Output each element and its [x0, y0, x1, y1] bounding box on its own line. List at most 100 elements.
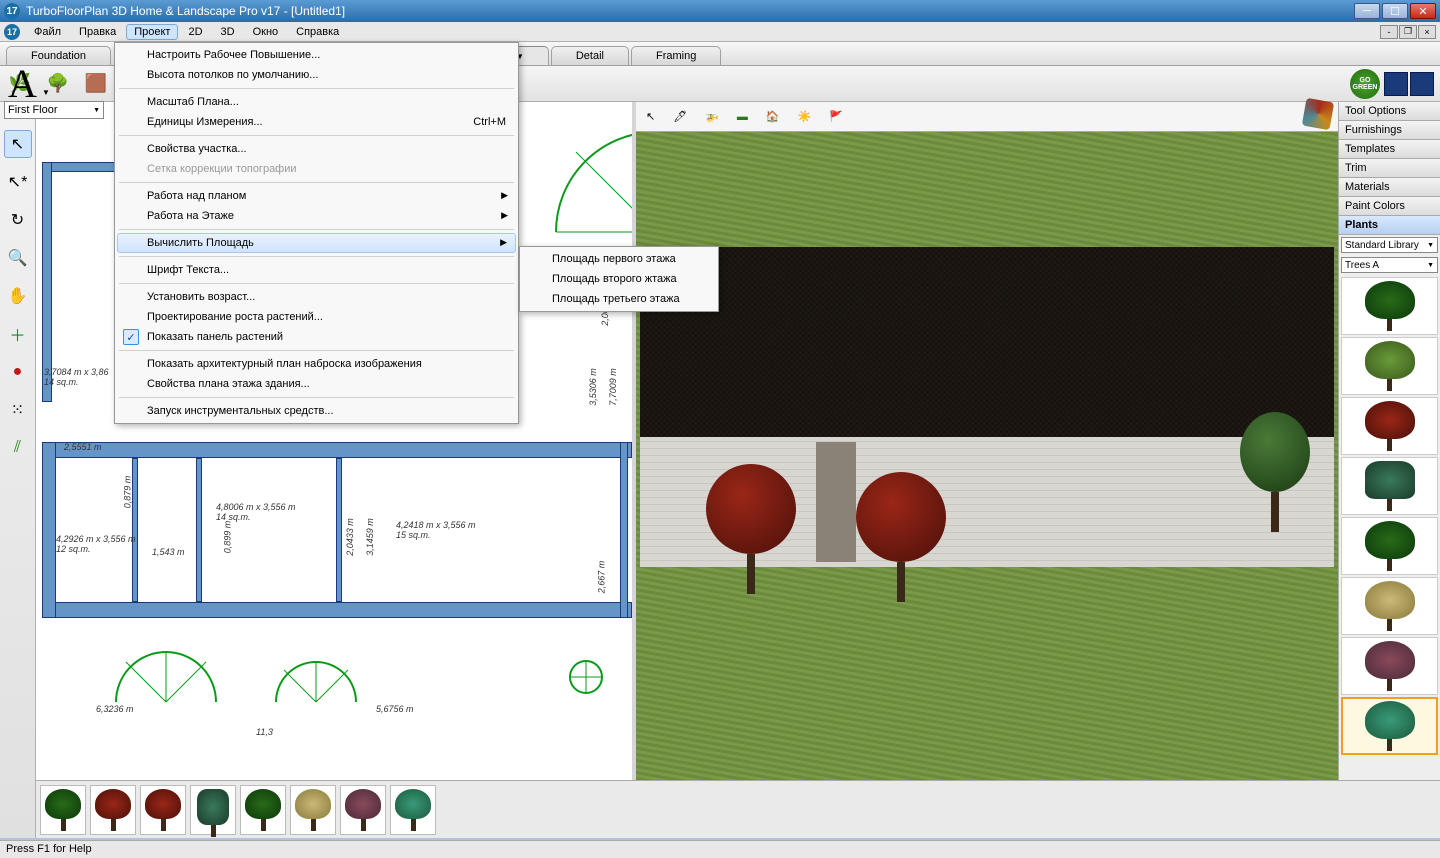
dim-b: 2,5551 m [64, 442, 102, 452]
flag-tool[interactable]: 🚩 [829, 110, 843, 123]
mdi-restore[interactable]: ❐ [1399, 25, 1417, 39]
mi-lot-props[interactable]: Свойства участка... [117, 139, 516, 159]
helicopter-tool[interactable]: 🚁 [705, 110, 719, 123]
blueprint-icon-2[interactable] [1410, 72, 1434, 96]
rp-tool-options[interactable]: Tool Options [1339, 102, 1440, 121]
menu-3d[interactable]: 3D [213, 24, 243, 40]
menu-project[interactable]: Проект [126, 24, 178, 40]
sun-tool[interactable]: ☀️ [798, 110, 812, 123]
menu-file[interactable]: Файл [26, 24, 69, 40]
menu-edit[interactable]: Правка [71, 24, 124, 40]
menu-2d[interactable]: 2D [180, 24, 210, 40]
terrain-tool[interactable]: ▬ [737, 111, 748, 123]
left-toolbar: ↖ ↖* ↻ 🔍 ✋ ＋ ● ⁙ ⫽ [0, 102, 36, 838]
bthumb-4[interactable] [190, 785, 236, 835]
rp-materials[interactable]: Materials [1339, 178, 1440, 197]
mi-work-on-floor[interactable]: Работа на Этаже▶ [117, 206, 516, 226]
dim-a2: 14 sq.m. [44, 377, 79, 387]
tab-detail[interactable]: Detail [551, 46, 629, 65]
mdi-minimize[interactable]: - [1380, 25, 1398, 39]
sm-floor2[interactable]: Площадь второго жтажа [522, 269, 716, 289]
3d-view[interactable]: ↖ 🖊 🚁 ▬ 🏠 ☀️ 🚩 [636, 102, 1338, 838]
dim-h: 0,879 m [122, 476, 132, 509]
mi-floorplan-props[interactable]: Свойства плана этажа здания... [117, 374, 516, 394]
orbit-tool[interactable]: ↻ [4, 206, 32, 234]
dim-c2: 14 sq.m. [216, 512, 251, 522]
thumb-2[interactable] [1341, 337, 1438, 395]
thumb-6[interactable] [1341, 577, 1438, 635]
bthumb-3[interactable] [140, 785, 186, 835]
mdi-buttons: - ❐ × [1380, 25, 1436, 39]
dim-m: 7,7009 m [608, 368, 618, 406]
select-tool[interactable]: ↖ [4, 130, 32, 158]
rp-paint-colors[interactable]: Paint Colors [1339, 197, 1440, 216]
mdi-close[interactable]: × [1418, 25, 1436, 39]
select-similar-tool[interactable]: ↖* [4, 168, 32, 196]
mi-units-shortcut: Ctrl+M [473, 116, 506, 128]
bthumb-6[interactable] [290, 785, 336, 835]
hedge-tool-icon[interactable]: 🟫 [82, 70, 110, 98]
mi-plant-growth[interactable]: Проектирование роста растений... [117, 307, 516, 327]
pan-tool[interactable]: ✋ [4, 282, 32, 310]
red-sphere-tool[interactable]: ● [4, 358, 32, 386]
mi-units[interactable]: Единицы Измерения... Ctrl+M [117, 112, 516, 132]
bthumb-1[interactable] [40, 785, 86, 835]
wand-tool[interactable]: 🖊 [673, 110, 687, 123]
cursor3d-tool[interactable]: ↖ [646, 110, 655, 123]
mi-ceiling-height[interactable]: Высота потолков по умолчанию... [117, 65, 516, 85]
maximize-button[interactable]: ☐ [1382, 3, 1408, 19]
bthumb-8[interactable] [390, 785, 436, 835]
rp-templates[interactable]: Templates [1339, 140, 1440, 159]
menu-help[interactable]: Справка [288, 24, 347, 40]
text-tool-dropdown-icon[interactable]: ▼ [42, 88, 50, 97]
rp-furnishings[interactable]: Furnishings [1339, 121, 1440, 140]
tree3d-3 [1240, 412, 1310, 542]
menu-window[interactable]: Окно [245, 24, 287, 40]
tab-framing[interactable]: Framing [631, 46, 721, 65]
plan-tree-1 [106, 642, 226, 712]
thumb-4[interactable] [1341, 457, 1438, 515]
window-title: TurboFloorPlan 3D Home & Landscape Pro v… [26, 4, 1354, 18]
bthumb-2[interactable] [90, 785, 136, 835]
multi-sphere-tool[interactable]: ⁙ [4, 396, 32, 424]
close-button[interactable]: ✕ [1410, 3, 1436, 19]
stick-tool[interactable]: ⫽ [4, 434, 32, 462]
sm-floor1[interactable]: Площадь первого этажа [522, 249, 716, 269]
sm-floor3[interactable]: Площадь третьего этажа [522, 289, 716, 309]
go-green-badge[interactable]: GO GREEN [1350, 69, 1380, 99]
mi-calc-area[interactable]: Вычислить Площадь▶ [117, 233, 516, 253]
blueprint-icon-1[interactable] [1384, 72, 1408, 96]
mi-set-age[interactable]: Установить возраст... [117, 287, 516, 307]
mi-launch-tools[interactable]: Запуск инструментальных средств... [117, 401, 516, 421]
arrow-right-icon: ▶ [501, 190, 508, 201]
thumb-7[interactable] [1341, 637, 1438, 695]
thumb-5[interactable] [1341, 517, 1438, 575]
bthumb-5[interactable] [240, 785, 286, 835]
mi-show-plant-panel[interactable]: ✓Показать панель растений [117, 327, 516, 347]
mi-elevation[interactable]: Настроить Рабочее Повышение... [117, 45, 516, 65]
shield-icon[interactable] [1302, 98, 1334, 130]
thumb-8[interactable] [1341, 697, 1438, 755]
mi-plan-scale[interactable]: Масштаб Плана... [117, 92, 516, 112]
calc-area-submenu: Площадь первого этажа Площадь второго жт… [519, 246, 719, 312]
category-selector[interactable]: Trees A▼ [1341, 257, 1438, 273]
window-buttons: ─ ☐ ✕ [1354, 3, 1436, 19]
add-tool[interactable]: ＋ [4, 320, 32, 348]
thumb-1[interactable] [1341, 277, 1438, 335]
rp-trim[interactable]: Trim [1339, 159, 1440, 178]
mi-work-on-plan[interactable]: Работа над планом▶ [117, 186, 516, 206]
zoom-tool[interactable]: 🔍 [4, 244, 32, 272]
rp-plants[interactable]: Plants [1339, 216, 1440, 235]
house3d-tool[interactable]: 🏠 [766, 110, 780, 123]
floor-selector[interactable]: First Floor▼ [4, 101, 104, 119]
door [816, 442, 856, 562]
library-selector[interactable]: Standard Library▼ [1341, 237, 1438, 253]
mi-show-arch-sketch[interactable]: Показать архитектурный план наброска изо… [117, 354, 516, 374]
thumb-3[interactable] [1341, 397, 1438, 455]
mi-units-label: Единицы Измерения... [147, 116, 263, 128]
arrow-right-icon: ▶ [500, 237, 507, 248]
bthumb-7[interactable] [340, 785, 386, 835]
dim-e2: 12 sq.m. [56, 544, 91, 554]
minimize-button[interactable]: ─ [1354, 3, 1380, 19]
mi-text-font[interactable]: Шрифт Текста... [117, 260, 516, 280]
